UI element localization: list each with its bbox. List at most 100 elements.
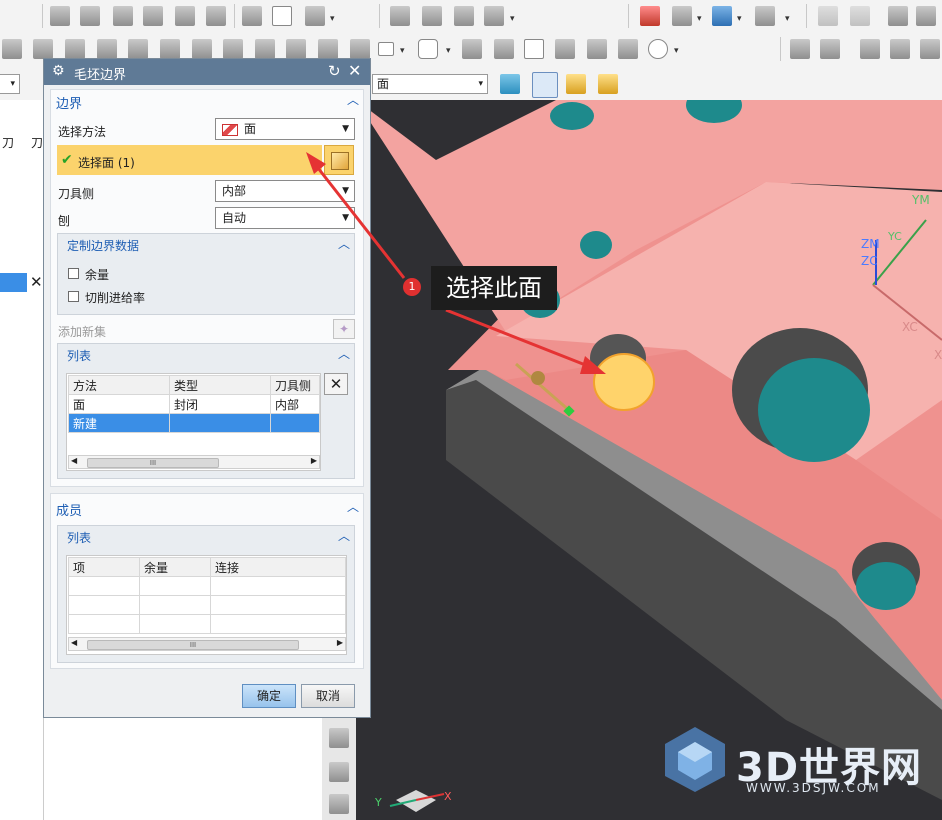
column-allowance[interactable]: 余量: [139, 557, 211, 577]
resource-icon-2[interactable]: [329, 762, 349, 782]
operation-icon-2[interactable]: [80, 6, 100, 26]
list-horizontal-scrollbar[interactable]: ◀ III ▶: [68, 455, 320, 469]
dialog-title-bar[interactable]: ⚙ 毛坯边界 ↻ ✕: [44, 59, 370, 85]
add-new-set-button[interactable]: ✦: [333, 319, 355, 339]
cell-method: 新建: [68, 413, 170, 433]
chevron-up-icon[interactable]: ︿: [346, 500, 360, 514]
feature-icon-18[interactable]: [890, 39, 910, 59]
feature-icon-13[interactable]: [587, 39, 607, 59]
feature-icon-11[interactable]: [350, 39, 370, 59]
feature-icon-9[interactable]: [286, 39, 306, 59]
operation-icon-7[interactable]: [242, 6, 262, 26]
table-row[interactable]: 面 封闭 内部: [68, 394, 320, 414]
feature-icon-19[interactable]: [920, 39, 940, 59]
left-filter-combo[interactable]: ▾: [0, 74, 20, 94]
tool-path-icon-2[interactable]: [672, 6, 692, 26]
table-row[interactable]: [68, 614, 346, 634]
feature-icon-15[interactable]: [790, 39, 810, 59]
operation-icon-6[interactable]: [206, 6, 226, 26]
chevron-up-icon[interactable]: ︿: [337, 237, 351, 251]
rectangle-icon[interactable]: [378, 42, 394, 56]
tool-side-dropdown[interactable]: 内部 ▼: [215, 180, 355, 202]
column-connect[interactable]: 连接: [210, 557, 346, 577]
feature-icon-5[interactable]: [160, 39, 180, 59]
tool-path-icon-4[interactable]: [755, 6, 775, 26]
toolbar-row-1: ▾ ▾ ▾ ▾ ▾: [0, 0, 942, 33]
operation-icon-3[interactable]: [113, 6, 133, 26]
scrollbar-thumb[interactable]: III: [87, 458, 219, 468]
column-tool-side[interactable]: 刀具侧: [270, 375, 320, 395]
feature-icon-12[interactable]: [555, 39, 575, 59]
select-face-button[interactable]: [324, 145, 354, 175]
grid-icon-2[interactable]: [850, 6, 870, 26]
xc-axis-label: XC: [902, 320, 918, 334]
operation-icon-4[interactable]: [143, 6, 163, 26]
delete-icon[interactable]: ✕: [324, 373, 348, 395]
document-icon[interactable]: [272, 6, 292, 26]
analysis-icon-3[interactable]: [454, 6, 474, 26]
cancel-button[interactable]: 取消: [301, 684, 355, 708]
feature-icon-8[interactable]: [255, 39, 275, 59]
analysis-icon-4[interactable]: [484, 6, 504, 26]
square-icon[interactable]: [524, 39, 544, 59]
frame-icon-2[interactable]: [916, 6, 936, 26]
circle-icon[interactable]: [648, 39, 668, 59]
analysis-icon-1[interactable]: [390, 6, 410, 26]
chevron-up-icon[interactable]: ︿: [337, 529, 351, 543]
column-method[interactable]: 方法: [68, 375, 170, 395]
close-icon[interactable]: ✕: [30, 273, 43, 292]
select-method-dropdown[interactable]: 面 ▼: [215, 118, 355, 140]
operation-icon-5[interactable]: [175, 6, 195, 26]
tool-path-icon-1[interactable]: [640, 6, 660, 26]
feature-icon-4[interactable]: [128, 39, 148, 59]
select-face-filter-icon[interactable]: [532, 72, 558, 98]
gear-icon[interactable]: ⚙: [52, 63, 65, 79]
feature-icon-14[interactable]: [618, 39, 638, 59]
feature-icon-3[interactable]: [97, 39, 117, 59]
clock-dropdown-icon[interactable]: ▾: [330, 14, 335, 24]
arrow-right-icon[interactable]: [500, 74, 520, 94]
feature-icon-10[interactable]: [318, 39, 338, 59]
feature-icon-7[interactable]: [223, 39, 243, 59]
axis-icon[interactable]: [462, 39, 482, 59]
cube-icon[interactable]: [33, 39, 53, 59]
select-edge-icon[interactable]: [598, 74, 618, 94]
point-icon[interactable]: [494, 39, 514, 59]
hexagon-icon[interactable]: [418, 39, 438, 59]
table-row[interactable]: [68, 576, 346, 596]
chevron-up-icon[interactable]: ︿: [346, 93, 360, 107]
select-body-icon[interactable]: [566, 74, 586, 94]
feature-icon-1[interactable]: [2, 39, 22, 59]
ok-button[interactable]: 确定: [242, 684, 296, 708]
resource-icon-3[interactable]: [329, 794, 349, 814]
grid-icon[interactable]: [818, 6, 838, 26]
feature-icon-17[interactable]: [860, 39, 880, 59]
reset-icon[interactable]: ↻: [328, 62, 341, 80]
feedrate-checkbox[interactable]: [68, 291, 79, 302]
members-horizontal-scrollbar[interactable]: ◀ III ▶: [68, 637, 346, 651]
graphics-viewport[interactable]: YM ZM ZC YC XC X Y X: [356, 100, 942, 820]
tool-path-icon-3[interactable]: [712, 6, 732, 26]
column-type[interactable]: 类型: [169, 375, 271, 395]
brand-logo-icon: [660, 724, 730, 794]
custom-boundary-heading: 定制边界数据: [67, 239, 140, 253]
scrollbar-thumb[interactable]: III: [87, 640, 299, 650]
feature-icon-2[interactable]: [65, 39, 85, 59]
table-row-selected[interactable]: 新建: [68, 413, 320, 433]
operation-icon-1[interactable]: [50, 6, 70, 26]
analysis-icon-2[interactable]: [422, 6, 442, 26]
close-icon[interactable]: ✕: [348, 61, 361, 80]
table-row[interactable]: [68, 595, 346, 615]
clock-icon[interactable]: [305, 6, 325, 26]
frame-icon[interactable]: [888, 6, 908, 26]
selection-filter-combo[interactable]: 面 ▾: [372, 74, 488, 94]
feature-icon-6[interactable]: [192, 39, 212, 59]
selected-row[interactable]: [0, 273, 27, 292]
resource-icon-1[interactable]: [329, 728, 349, 748]
column-header-2: 刀: [31, 136, 44, 150]
plane-dropdown[interactable]: 自动 ▼: [215, 207, 355, 229]
column-item[interactable]: 项: [68, 557, 140, 577]
chevron-up-icon[interactable]: ︿: [337, 347, 351, 361]
allowance-checkbox[interactable]: [68, 268, 79, 279]
feature-icon-16[interactable]: [820, 39, 840, 59]
